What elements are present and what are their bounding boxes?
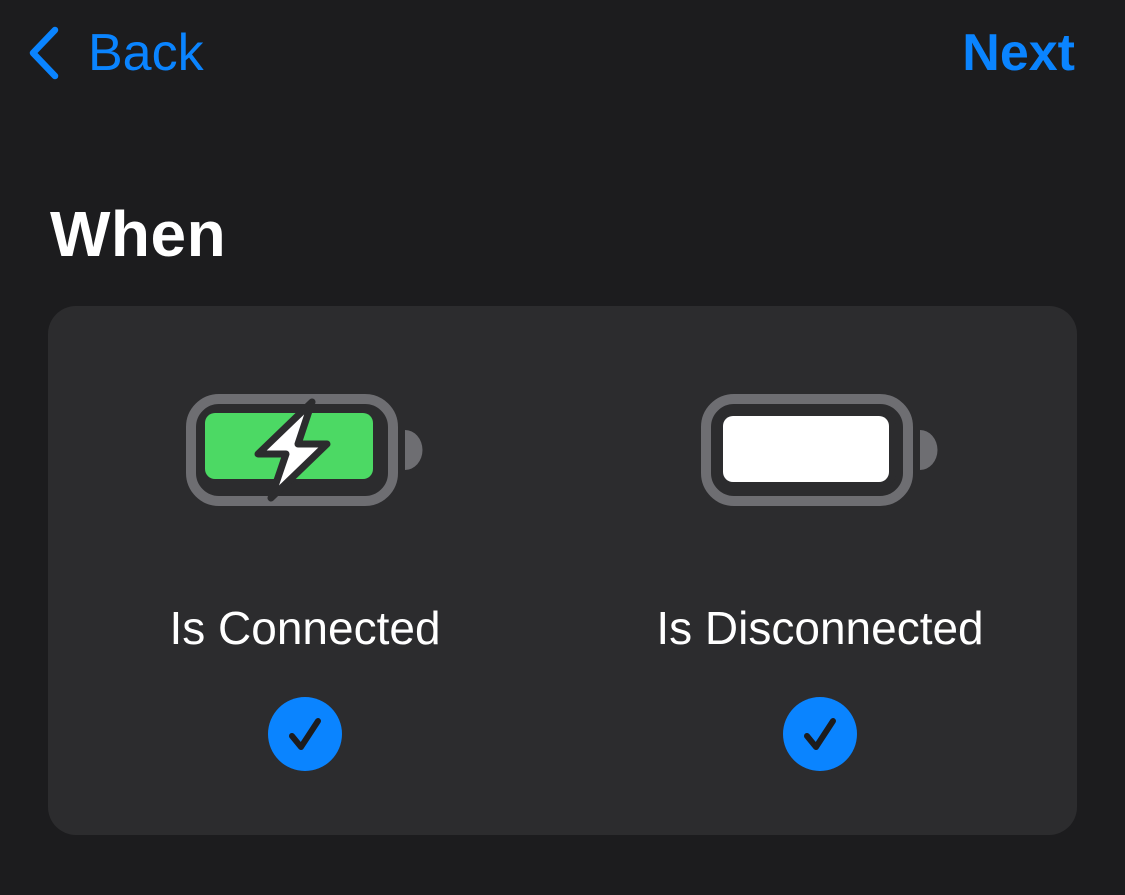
trigger-options-card: Is Connected Is Disconnected [48, 306, 1077, 835]
option-label: Is Connected [169, 602, 441, 654]
checkmark-icon [804, 718, 836, 750]
battery-charging-icon [186, 394, 423, 506]
chevron-left-icon [29, 26, 59, 80]
checkmark-selected-icon[interactable] [783, 697, 857, 771]
navigation-bar: Back Next [0, 0, 1125, 110]
option-label: Is Disconnected [656, 602, 984, 654]
checkmark-icon [289, 718, 321, 750]
battery-full-icon [701, 394, 938, 506]
option-is-disconnected[interactable]: Is Disconnected [563, 306, 1077, 835]
next-button[interactable]: Next [962, 22, 1075, 84]
option-is-connected[interactable]: Is Connected [48, 306, 562, 835]
back-label: Back [88, 24, 204, 82]
section-title: When [50, 198, 227, 270]
back-button[interactable]: Back [26, 22, 204, 84]
checkmark-selected-icon[interactable] [268, 697, 342, 771]
